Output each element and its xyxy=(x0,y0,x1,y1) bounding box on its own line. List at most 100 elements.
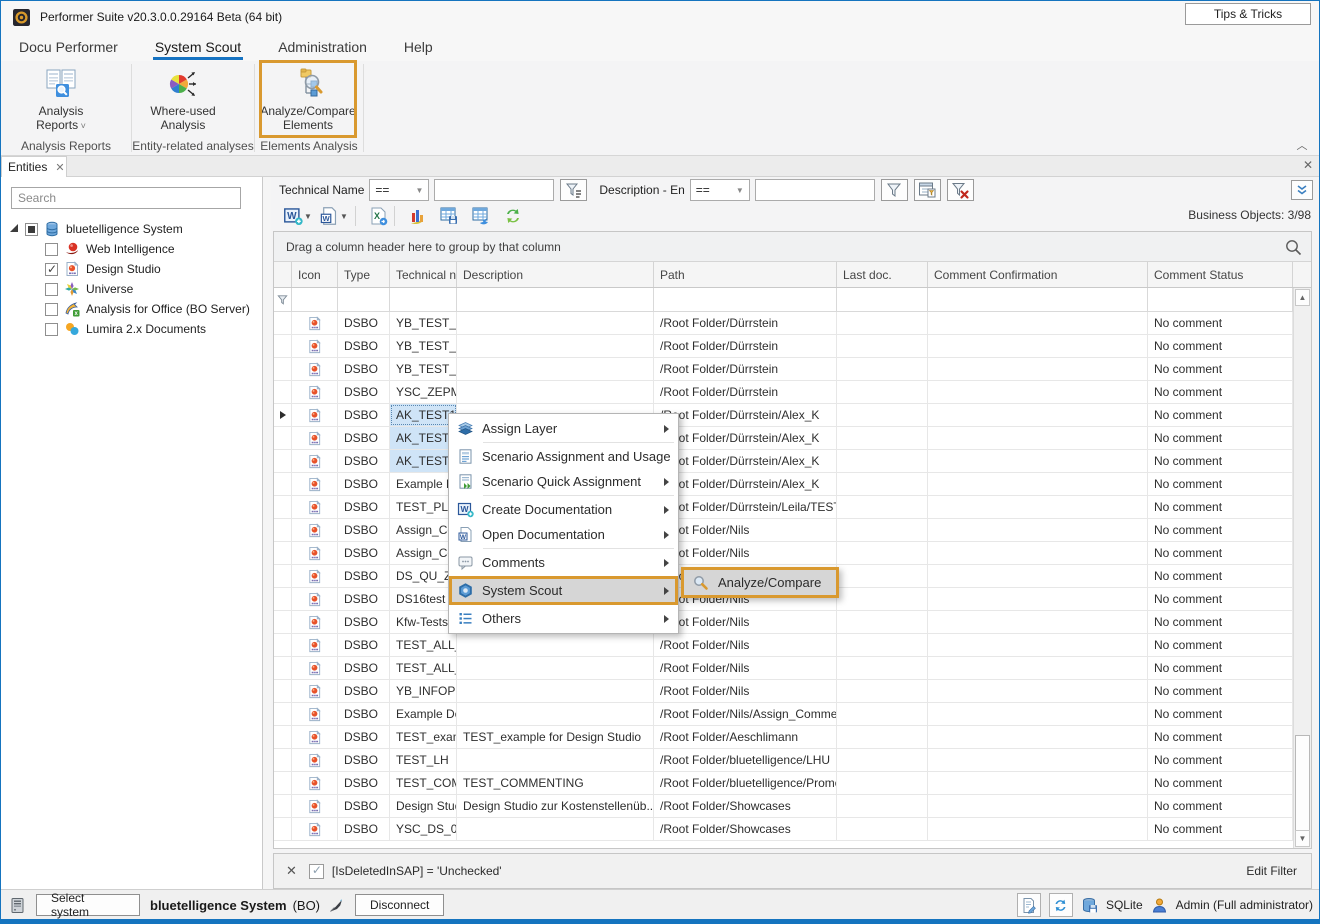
table-row[interactable]: DSBOKfw-Tests/Root Folder/NilsNo comment xyxy=(274,611,1293,634)
column-header-comment-status[interactable]: Comment Status xyxy=(1148,262,1293,287)
cell-description[interactable] xyxy=(457,634,654,656)
cell-comment-confirmation[interactable] xyxy=(928,519,1148,541)
tree-checkbox[interactable] xyxy=(45,263,58,276)
cell-description[interactable] xyxy=(457,703,654,725)
cell-path[interactable]: /Root Folder/Dürrstein xyxy=(654,381,837,403)
cell-last-doc[interactable] xyxy=(837,795,928,817)
cell-last-doc[interactable] xyxy=(837,726,928,748)
cell-last-doc[interactable] xyxy=(837,680,928,702)
remove-filter-icon[interactable]: ✕ xyxy=(286,863,297,879)
load-layout-button[interactable] xyxy=(471,206,491,226)
table-row[interactable]: DSBOTEST_COMME...TEST_COMMENTING/Root Fo… xyxy=(274,772,1293,795)
table-row[interactable]: DSBOTEST_PLANN.../Root Folder/Dürrstein/… xyxy=(274,496,1293,519)
table-row[interactable]: DSBOTEST_ALL_CO.../Root Folder/NilsNo co… xyxy=(274,634,1293,657)
cell-path[interactable]: /Root Folder/Nils/Assign_Commen... xyxy=(654,703,837,725)
tree-checkbox[interactable] xyxy=(25,223,38,236)
cell-technical-name[interactable]: TEST_PLANN... xyxy=(390,496,457,518)
tips-and-tricks-button[interactable]: Tips & Tricks xyxy=(1185,3,1311,25)
cell-comment-confirmation[interactable] xyxy=(928,680,1148,702)
filter-row-cell[interactable] xyxy=(390,288,457,311)
table-row[interactable]: DSBOYB_TEST_GRAPH/Root Folder/DürrsteinN… xyxy=(274,312,1293,335)
chevron-down-icon[interactable]: ▼ xyxy=(303,206,313,226)
column-header-description[interactable]: Description xyxy=(457,262,654,287)
cell-description[interactable]: Design Studio zur Kostenstellenüb... xyxy=(457,795,654,817)
cell-comment-confirmation[interactable] xyxy=(928,634,1148,656)
tree-item-universe[interactable]: Universe xyxy=(1,279,262,299)
table-row[interactable]: DSBOAK_TEST2/Root Folder/Dürrstein/Alex_… xyxy=(274,427,1293,450)
filter-row-cell[interactable] xyxy=(292,288,338,311)
cell-comment-status[interactable]: No comment xyxy=(1148,680,1293,702)
cell-last-doc[interactable] xyxy=(837,611,928,633)
cell-last-doc[interactable] xyxy=(837,634,928,656)
ribbon-button-analysis[interactable]: Where-usedAnalysis xyxy=(137,63,229,135)
cell-technical-name[interactable]: AK_TEST2 xyxy=(390,427,457,449)
cell-path[interactable]: /Root Folder/Aeschlimann xyxy=(654,726,837,748)
cell-last-doc[interactable] xyxy=(837,404,928,426)
tree-expander-icon[interactable] xyxy=(7,225,21,233)
cell-technical-name[interactable]: TEST_LH xyxy=(390,749,457,771)
table-row[interactable]: DSBOYSC_DS_001/Root Folder/ShowcasesNo c… xyxy=(274,818,1293,841)
cell-comment-status[interactable]: No comment xyxy=(1148,726,1293,748)
menu-item-system-scout[interactable]: System Scout xyxy=(451,578,676,603)
cell-description[interactable] xyxy=(457,335,654,357)
filter2-value-input[interactable] xyxy=(755,179,875,201)
column-header-comment-confirmation[interactable]: Comment Confirmation xyxy=(928,262,1148,287)
filter2-operator-dropdown[interactable]: ==▼ xyxy=(690,179,750,201)
cell-last-doc[interactable] xyxy=(837,565,928,587)
cell-comment-status[interactable]: No comment xyxy=(1148,519,1293,541)
ribbon-tab-system-scout[interactable]: System Scout xyxy=(153,33,243,61)
table-row[interactable]: DSBOExample Docu.../Root Folder/Nils/Ass… xyxy=(274,703,1293,726)
tree-item-bluetelligence-system[interactable]: bluetelligence System xyxy=(1,219,262,239)
filter1-funnel-button[interactable] xyxy=(560,179,587,201)
group-by-bar[interactable]: Drag a column header here to group by th… xyxy=(274,232,1311,262)
cell-path[interactable]: /Root Folder/Dürrstein/Alex_K xyxy=(654,473,837,495)
cell-last-doc[interactable] xyxy=(837,519,928,541)
tab-close-icon[interactable]: ✕ xyxy=(55,161,64,174)
cell-description[interactable] xyxy=(457,381,654,403)
cell-comment-confirmation[interactable] xyxy=(928,427,1148,449)
cell-path[interactable]: /Root Folder/Dürrstein/Alex_K xyxy=(654,404,837,426)
cell-technical-name[interactable]: YB_TEST_ZOHO xyxy=(390,358,457,380)
cell-comment-confirmation[interactable] xyxy=(928,703,1148,725)
cell-comment-confirmation[interactable] xyxy=(928,818,1148,840)
cell-comment-confirmation[interactable] xyxy=(928,312,1148,334)
cell-path[interactable]: /Root Folder/Dürrstein/Alex_K xyxy=(654,450,837,472)
export-excel-button[interactable]: X xyxy=(368,206,388,226)
cell-description[interactable] xyxy=(457,749,654,771)
tree-checkbox[interactable] xyxy=(45,303,58,316)
cell-comment-status[interactable]: No comment xyxy=(1148,588,1293,610)
cell-path[interactable]: /Root Folder/Dürrstein xyxy=(654,335,837,357)
cell-last-doc[interactable] xyxy=(837,427,928,449)
open-word-doc-button[interactable]: W xyxy=(319,206,339,226)
table-row[interactable]: DSBOExample Doc.../Root Folder/Dürrstein… xyxy=(274,473,1293,496)
table-row[interactable]: DSBOTEST_ALL_CO.../Root Folder/NilsNo co… xyxy=(274,657,1293,680)
cell-path[interactable]: /Root Folder/Dürrstein xyxy=(654,312,837,334)
cell-comment-status[interactable]: No comment xyxy=(1148,818,1293,840)
cell-comment-status[interactable]: No comment xyxy=(1148,404,1293,426)
sync-button[interactable] xyxy=(1049,893,1073,917)
table-row[interactable]: DSBOYB_TEST_ZOHO/Root Folder/DürrsteinNo… xyxy=(274,358,1293,381)
table-row[interactable]: DSBOAssign_Comm.../Root Folder/NilsNo co… xyxy=(274,519,1293,542)
table-row[interactable]: DSBOAK_TEST1/Root Folder/Dürrstein/Alex_… xyxy=(274,404,1293,427)
cell-comment-status[interactable]: No comment xyxy=(1148,657,1293,679)
cell-comment-status[interactable]: No comment xyxy=(1148,565,1293,587)
cell-path[interactable]: /Root Folder/Dürrstein/Alex_K xyxy=(654,427,837,449)
cell-comment-status[interactable]: No comment xyxy=(1148,634,1293,656)
edit-filter-link[interactable]: Edit Filter xyxy=(1246,864,1297,878)
clear-filter-button[interactable] xyxy=(947,179,974,201)
cell-path[interactable]: /Root Folder/Dürrstein/Leila/TEST ... xyxy=(654,496,837,518)
disconnect-button[interactable]: Disconnect xyxy=(355,894,444,916)
cell-technical-name[interactable]: YSC_DS_001 xyxy=(390,818,457,840)
cell-path[interactable]: /Root Folder/Nils xyxy=(654,542,837,564)
cell-description[interactable] xyxy=(457,312,654,334)
cell-comment-confirmation[interactable] xyxy=(928,542,1148,564)
cell-comment-status[interactable]: No comment xyxy=(1148,450,1293,472)
cell-last-doc[interactable] xyxy=(837,312,928,334)
cell-last-doc[interactable] xyxy=(837,450,928,472)
cell-description[interactable] xyxy=(457,358,654,380)
filter-row-cell[interactable] xyxy=(457,288,654,311)
select-system-button[interactable]: Select system xyxy=(36,894,140,916)
tree-checkbox[interactable] xyxy=(45,243,58,256)
cell-comment-confirmation[interactable] xyxy=(928,381,1148,403)
cell-last-doc[interactable] xyxy=(837,542,928,564)
